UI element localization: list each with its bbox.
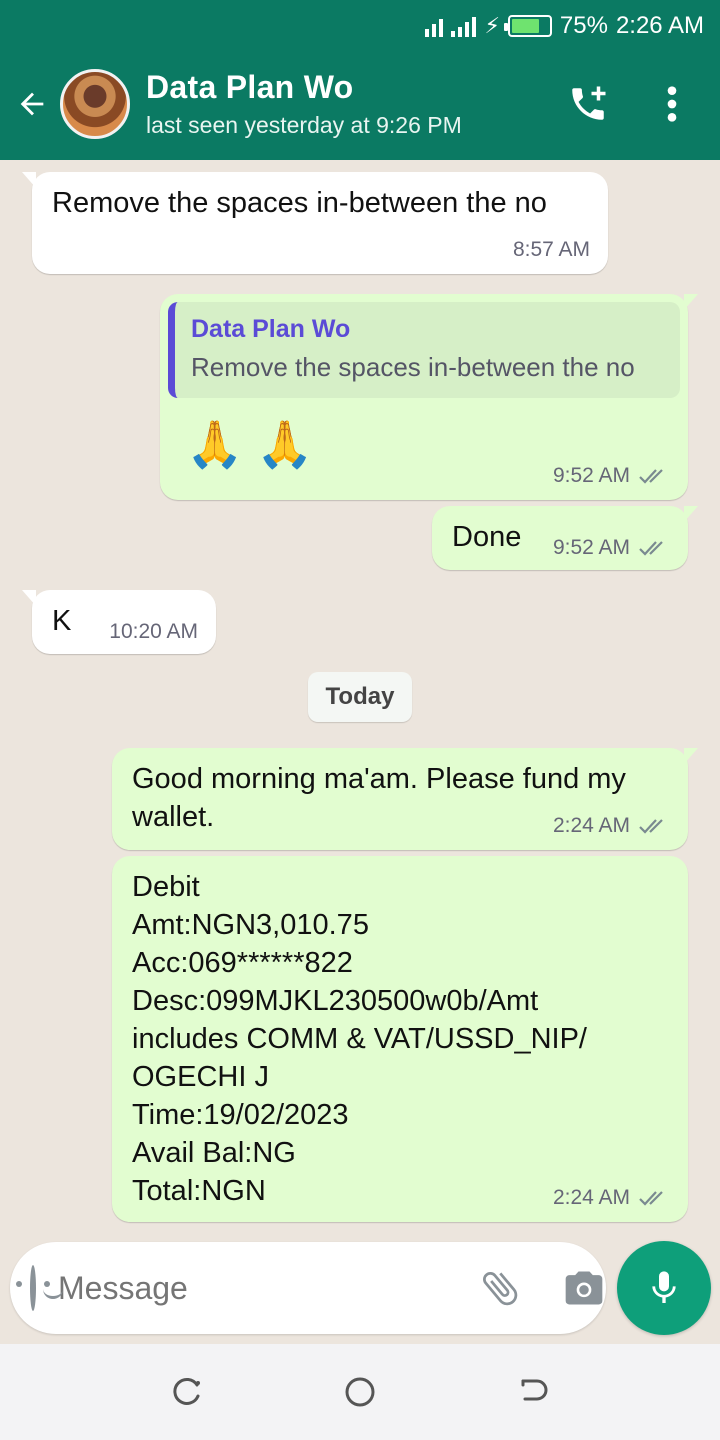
battery-percent: 75%	[559, 12, 608, 39]
message-bubble-outgoing[interactable]: Debit Amt:NGN3,010.75 Acc:069******822 D…	[112, 856, 688, 1222]
message-time: 10:20 AM	[109, 620, 198, 643]
message-line: includes COMM & VAT/USSD_NIP/	[132, 1023, 587, 1055]
debit-message-text: Debit Amt:NGN3,010.75 Acc:069******822 D…	[132, 868, 587, 1210]
camera-icon	[565, 1271, 603, 1305]
clock: 2:26 AM	[615, 12, 704, 39]
back-nav-button[interactable]	[513, 1372, 553, 1412]
add-call-button[interactable]	[566, 82, 610, 126]
system-nav-bar	[0, 1344, 720, 1440]
message-text: K	[52, 605, 72, 637]
message-bubble-incoming[interactable]: K 10:20 AM	[22, 590, 216, 654]
message-bubble-outgoing[interactable]: Data Plan Wo Remove the spaces in-betwee…	[160, 294, 698, 500]
chat-area[interactable]: Remove the spaces in-between the no 8:57…	[0, 160, 720, 1342]
charging-icon: ⚡	[484, 13, 500, 38]
more-vert-icon	[667, 86, 677, 122]
message-time: 9:52 AM	[552, 536, 630, 559]
back-nav-icon	[521, 1379, 548, 1401]
message-text: Done	[452, 521, 522, 553]
message-time: 9:52 AM	[552, 464, 630, 487]
quoted-message[interactable]: Data Plan Wo Remove the spaces in-betwee…	[168, 302, 680, 398]
attach-button[interactable]	[478, 1265, 522, 1311]
message-line: Avail Bal:NG	[132, 1137, 296, 1169]
message-emoji: 🙏 🙏	[186, 418, 314, 470]
message-time: 2:24 AM	[552, 814, 630, 837]
battery-icon	[503, 15, 552, 37]
message-bubble-outgoing[interactable]: Done 9:52 AM	[432, 506, 698, 570]
contact-info[interactable]: Data Plan Wo last seen yesterday at 9:26…	[146, 69, 566, 139]
mic-icon	[652, 1271, 676, 1303]
home-icon	[345, 1377, 375, 1407]
status-bar: ⚡ 75% 2:26 AM	[425, 8, 704, 44]
day-separator: Today	[308, 672, 412, 722]
data-signal-icon	[425, 15, 444, 37]
more-options-button[interactable]	[650, 82, 694, 126]
message-line: Total:NGN	[132, 1175, 266, 1207]
back-arrow-icon	[20, 92, 44, 116]
add-call-icon	[572, 86, 606, 120]
message-line: Acc:069******822	[132, 947, 353, 979]
message-bubble-outgoing[interactable]: Good morning ma'am. Please fund my walle…	[112, 748, 698, 850]
message-composer	[10, 1242, 606, 1334]
recents-button[interactable]	[167, 1372, 207, 1412]
app-bar: Data Plan Wo last seen yesterday at 9:26…	[0, 62, 720, 146]
message-line: Desc:099MJKL230500w0b/Amt	[132, 985, 539, 1017]
message-text: Remove the spaces in-between the no	[52, 187, 547, 219]
quoted-sender: Data Plan Wo	[191, 315, 351, 343]
recents-icon	[173, 1377, 200, 1405]
message-input[interactable]	[58, 1269, 478, 1307]
double-check-icon	[639, 541, 663, 556]
message-line: OGECHI J	[132, 1061, 269, 1093]
signal-strength-icon	[451, 15, 477, 37]
message-time: 8:57 AM	[512, 238, 590, 261]
double-check-icon	[639, 469, 663, 484]
message-line: Amt:NGN3,010.75	[132, 909, 369, 941]
message-line: Debit	[132, 871, 200, 903]
quoted-text: Remove the spaces in-between the no	[191, 352, 635, 382]
message-bubble-incoming[interactable]: Remove the spaces in-between the no 8:57…	[22, 172, 608, 274]
voice-message-button[interactable]	[617, 1241, 711, 1335]
message-time: 2:24 AM	[552, 1186, 630, 1209]
camera-button[interactable]	[562, 1265, 606, 1311]
message-line: Time:19/02/2023	[132, 1099, 349, 1131]
emoji-icon[interactable]	[16, 1265, 63, 1311]
home-button[interactable]	[340, 1372, 380, 1412]
avatar[interactable]	[60, 69, 130, 139]
double-check-icon	[639, 1191, 663, 1206]
attach-icon	[483, 1272, 518, 1306]
top-bar: ⚡ 75% 2:26 AM Data Plan Wo last seen yes…	[0, 0, 720, 160]
back-button[interactable]	[4, 74, 60, 134]
last-seen-status: last seen yesterday at 9:26 PM	[146, 112, 462, 138]
contact-name: Data Plan Wo	[146, 69, 354, 105]
double-check-icon	[639, 819, 663, 834]
